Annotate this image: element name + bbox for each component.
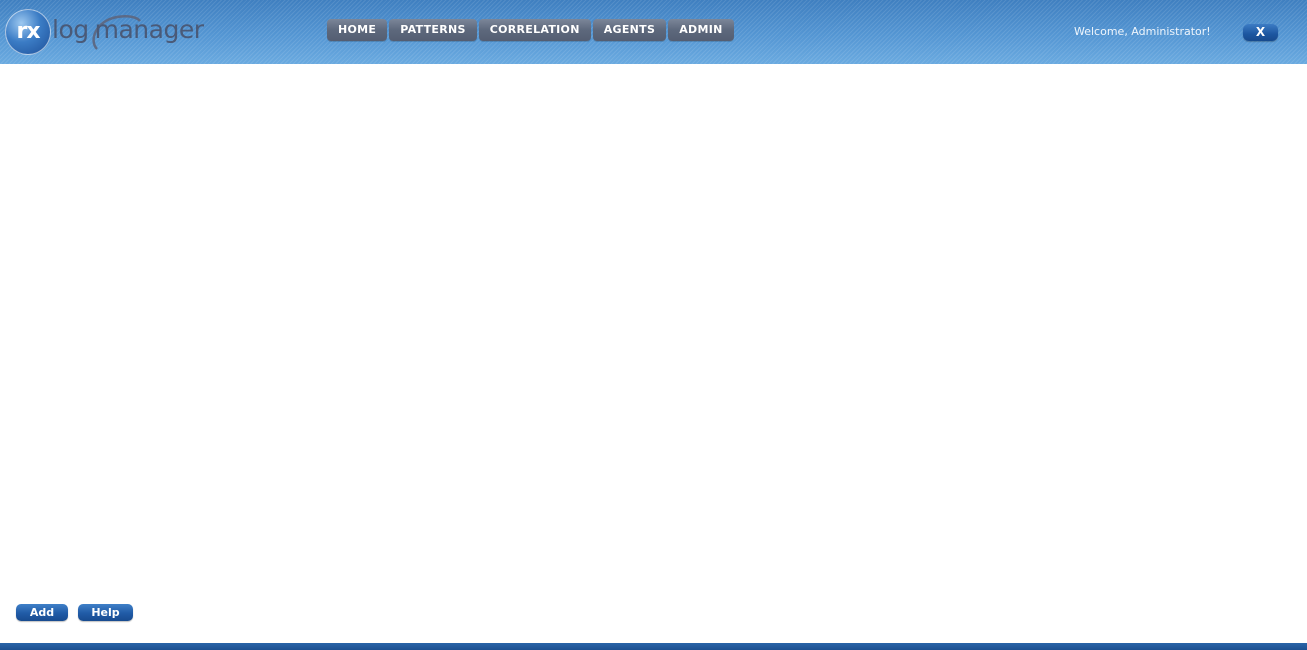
nav-correlation[interactable]: CORRELATION — [478, 19, 591, 41]
app-logo[interactable]: rx log manager — [5, 9, 205, 55]
logo-text-log: log — [52, 15, 89, 44]
main-content-area — [0, 64, 1307, 643]
nav-agents[interactable]: AGENTS — [592, 19, 667, 41]
logo-text: log manager — [52, 15, 204, 44]
nav-admin[interactable]: ADMIN — [668, 19, 734, 41]
welcome-message: Welcome, Administrator! — [1074, 25, 1211, 38]
logo-text-manager: manager — [94, 15, 204, 44]
add-button[interactable]: Add — [16, 604, 68, 621]
main-nav: HOME PATTERNS CORRELATION AGENTS ADMIN — [327, 19, 734, 41]
header-bar: rx log manager HOME PATTERNS CORRELATION … — [0, 0, 1307, 64]
rx-logo-badge: rx — [5, 9, 51, 55]
nav-home[interactable]: HOME — [327, 19, 388, 41]
help-button[interactable]: Help — [78, 604, 133, 621]
footer-bar — [0, 643, 1307, 650]
logout-button[interactable]: X — [1243, 24, 1278, 41]
nav-patterns[interactable]: PATTERNS — [389, 19, 477, 41]
